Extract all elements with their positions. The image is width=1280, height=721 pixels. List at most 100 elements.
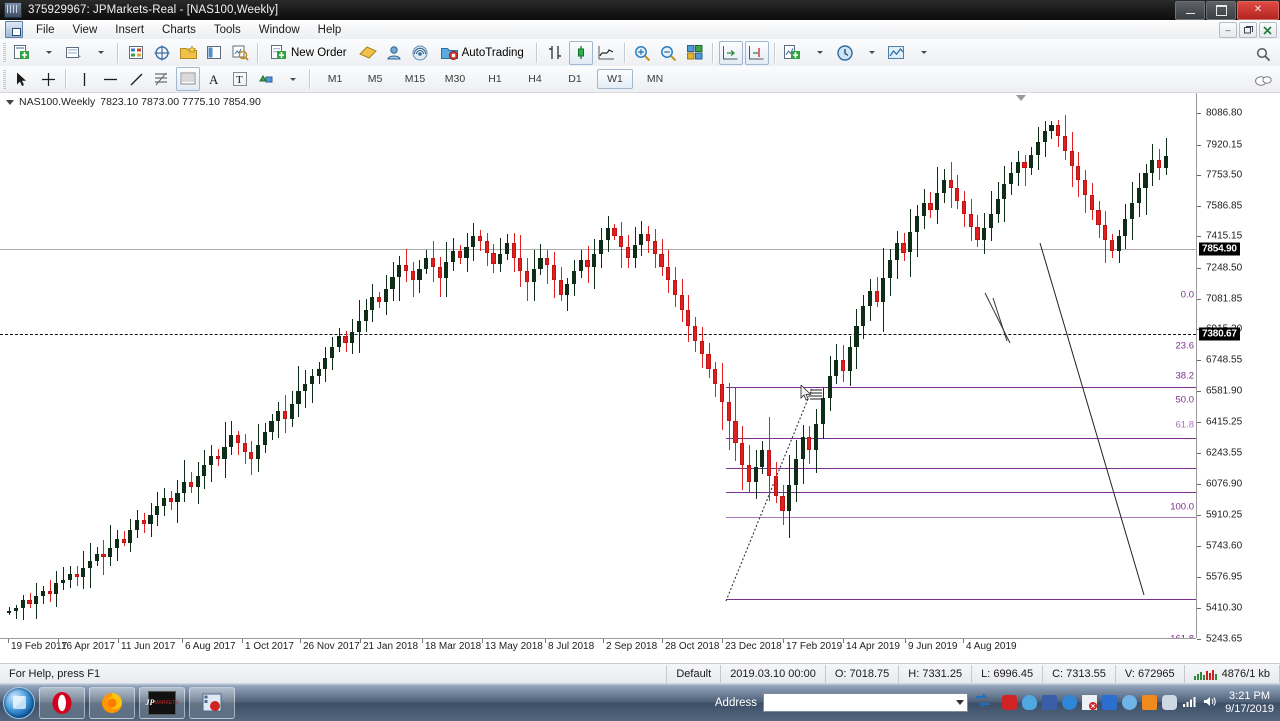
taskbar-firefox-icon[interactable] (89, 686, 135, 719)
navigator-icon[interactable] (176, 41, 200, 65)
timeframe-m30[interactable]: M30 (437, 69, 473, 89)
taskbar-jpmarkets-mt4-icon[interactable]: JP MARKETS (139, 686, 185, 719)
profiles-dropdown[interactable] (88, 41, 112, 65)
candle-body (437, 267, 442, 279)
fib-level-label: 100.0 (1170, 501, 1194, 513)
tray-adobe-icon[interactable] (1142, 695, 1158, 710)
expert-advisors-icon[interactable] (382, 41, 406, 65)
tray-antivirus-icon[interactable] (1002, 695, 1018, 710)
toolbar-grip[interactable] (2, 43, 6, 62)
crosshair-icon[interactable] (36, 67, 60, 91)
auto-scroll-icon[interactable] (718, 40, 743, 65)
close-button[interactable]: ✕ (1237, 0, 1279, 20)
line-chart-icon[interactable] (595, 41, 619, 65)
menu-file[interactable]: File (27, 22, 64, 38)
tray-onedrive-icon[interactable] (1062, 695, 1078, 710)
tray-dropbox-icon[interactable] (1102, 695, 1118, 710)
candle-body (592, 254, 597, 268)
indicators-dropdown[interactable] (807, 41, 831, 65)
timeframe-h4[interactable]: H4 (517, 69, 553, 89)
cursor-icon[interactable] (10, 67, 34, 91)
tray-sync-error-icon[interactable] (1082, 695, 1098, 710)
tray-network-icon[interactable] (1182, 695, 1197, 710)
price-tick (1197, 175, 1201, 176)
vertical-line-icon[interactable] (72, 67, 96, 91)
signals-icon[interactable] (408, 41, 432, 65)
time-axis[interactable]: 19 Feb 2017 16 Apr 2017 11 Jun 2017 6 Aug 2… (0, 638, 1196, 657)
timeframe-m1[interactable]: M1 (317, 69, 353, 89)
horizontal-line-icon[interactable] (98, 67, 122, 91)
chart-shift-icon[interactable] (744, 40, 769, 65)
bar-chart-icon[interactable] (543, 41, 567, 65)
timeframe-d1[interactable]: D1 (557, 69, 593, 89)
minimize-button[interactable] (1175, 0, 1205, 20)
periods-dropdown[interactable] (859, 41, 883, 65)
mdi-restore-button[interactable] (1239, 22, 1257, 38)
menu-help[interactable]: Help (309, 22, 351, 38)
chart-plot-area[interactable]: 0.023.638.250.061.8100.0161.8 (0, 93, 1196, 645)
fibonacci-icon[interactable] (150, 67, 174, 91)
status-connection[interactable]: 4876/1 kb (1185, 665, 1280, 683)
chart-shift-marker[interactable] (1016, 95, 1026, 101)
tray-cloud-icon[interactable] (1022, 695, 1038, 710)
timeframe-m15[interactable]: M15 (397, 69, 433, 89)
timeframe-w1[interactable]: W1 (597, 69, 633, 89)
menu-view[interactable]: View (64, 22, 107, 38)
profiles-button[interactable] (62, 41, 86, 65)
tray-browser-icon[interactable] (1122, 695, 1138, 710)
start-orb-icon[interactable] (3, 686, 35, 719)
chart-window[interactable]: NAS100.Weekly 7823.10 7873.00 7775.10 78… (0, 92, 1280, 664)
price-axis[interactable]: 8086.80 7920.15 7753.50 7586.85 7415.15 7248.… (1196, 93, 1280, 645)
tray-mouse-icon[interactable] (1162, 695, 1178, 710)
new-order-button[interactable]: New Order (264, 41, 354, 65)
menu-charts[interactable]: Charts (153, 22, 205, 38)
timeframe-m5[interactable]: M5 (357, 69, 393, 89)
taskbar-opera-icon[interactable] (39, 686, 85, 719)
search-icon[interactable] (1251, 42, 1275, 66)
market-watch-icon[interactable] (124, 41, 148, 65)
timeframe-h1[interactable]: H1 (477, 69, 513, 89)
menu-tools[interactable]: Tools (205, 22, 250, 38)
zoom-in-icon[interactable] (631, 41, 655, 65)
taskbar-clock[interactable]: 3:21 PM 9/17/2019 (1225, 690, 1274, 716)
autotrading-button[interactable]: AutoTrading (434, 41, 531, 65)
shapes-dropdown[interactable] (280, 67, 304, 91)
price-tick (1197, 236, 1201, 237)
price-tick-label: 7753.50 (1206, 169, 1243, 181)
address-go-icon[interactable] (974, 693, 992, 712)
equidistant-channel-icon[interactable] (176, 67, 200, 91)
chevron-down-icon[interactable] (956, 700, 965, 705)
metaeditor-icon[interactable] (356, 41, 380, 65)
new-chart-button[interactable] (10, 41, 34, 65)
chat-icon[interactable] (1251, 69, 1275, 93)
mdi-close-button[interactable] (1259, 22, 1277, 38)
text-box-icon[interactable]: T (228, 67, 252, 91)
taskbar-screen-recorder-icon[interactable] (189, 686, 235, 719)
indicators-icon[interactable] (781, 41, 805, 65)
templates-icon[interactable] (885, 41, 909, 65)
menu-window[interactable]: Window (250, 22, 309, 38)
tile-windows-icon[interactable] (683, 41, 707, 65)
terminal-icon[interactable] (202, 41, 226, 65)
strategy-tester-icon[interactable] (228, 41, 252, 65)
status-profile[interactable]: Default (667, 665, 722, 683)
data-window-icon[interactable] (150, 41, 174, 65)
shapes-icon[interactable] (254, 67, 278, 91)
templates-dropdown[interactable] (911, 41, 935, 65)
text-icon[interactable]: A (202, 67, 226, 91)
address-input[interactable] (763, 693, 969, 712)
restore-button[interactable] (1206, 0, 1236, 20)
candlestick-chart-icon[interactable] (568, 40, 593, 65)
mdi-minimize-button[interactable]: – (1219, 22, 1237, 38)
tray-volume-icon[interactable] (1202, 695, 1217, 710)
timeframe-mn[interactable]: MN (637, 69, 673, 89)
line-toolbar-grip[interactable] (2, 69, 6, 89)
zoom-out-icon[interactable] (657, 41, 681, 65)
new-chart-dropdown[interactable] (36, 41, 60, 65)
tray-recorder-icon[interactable] (1042, 695, 1058, 710)
candle-body (215, 455, 220, 460)
menu-insert[interactable]: Insert (106, 22, 153, 38)
trendline-icon[interactable] (124, 67, 148, 91)
periods-icon[interactable] (833, 41, 857, 65)
time-tick (843, 639, 844, 643)
